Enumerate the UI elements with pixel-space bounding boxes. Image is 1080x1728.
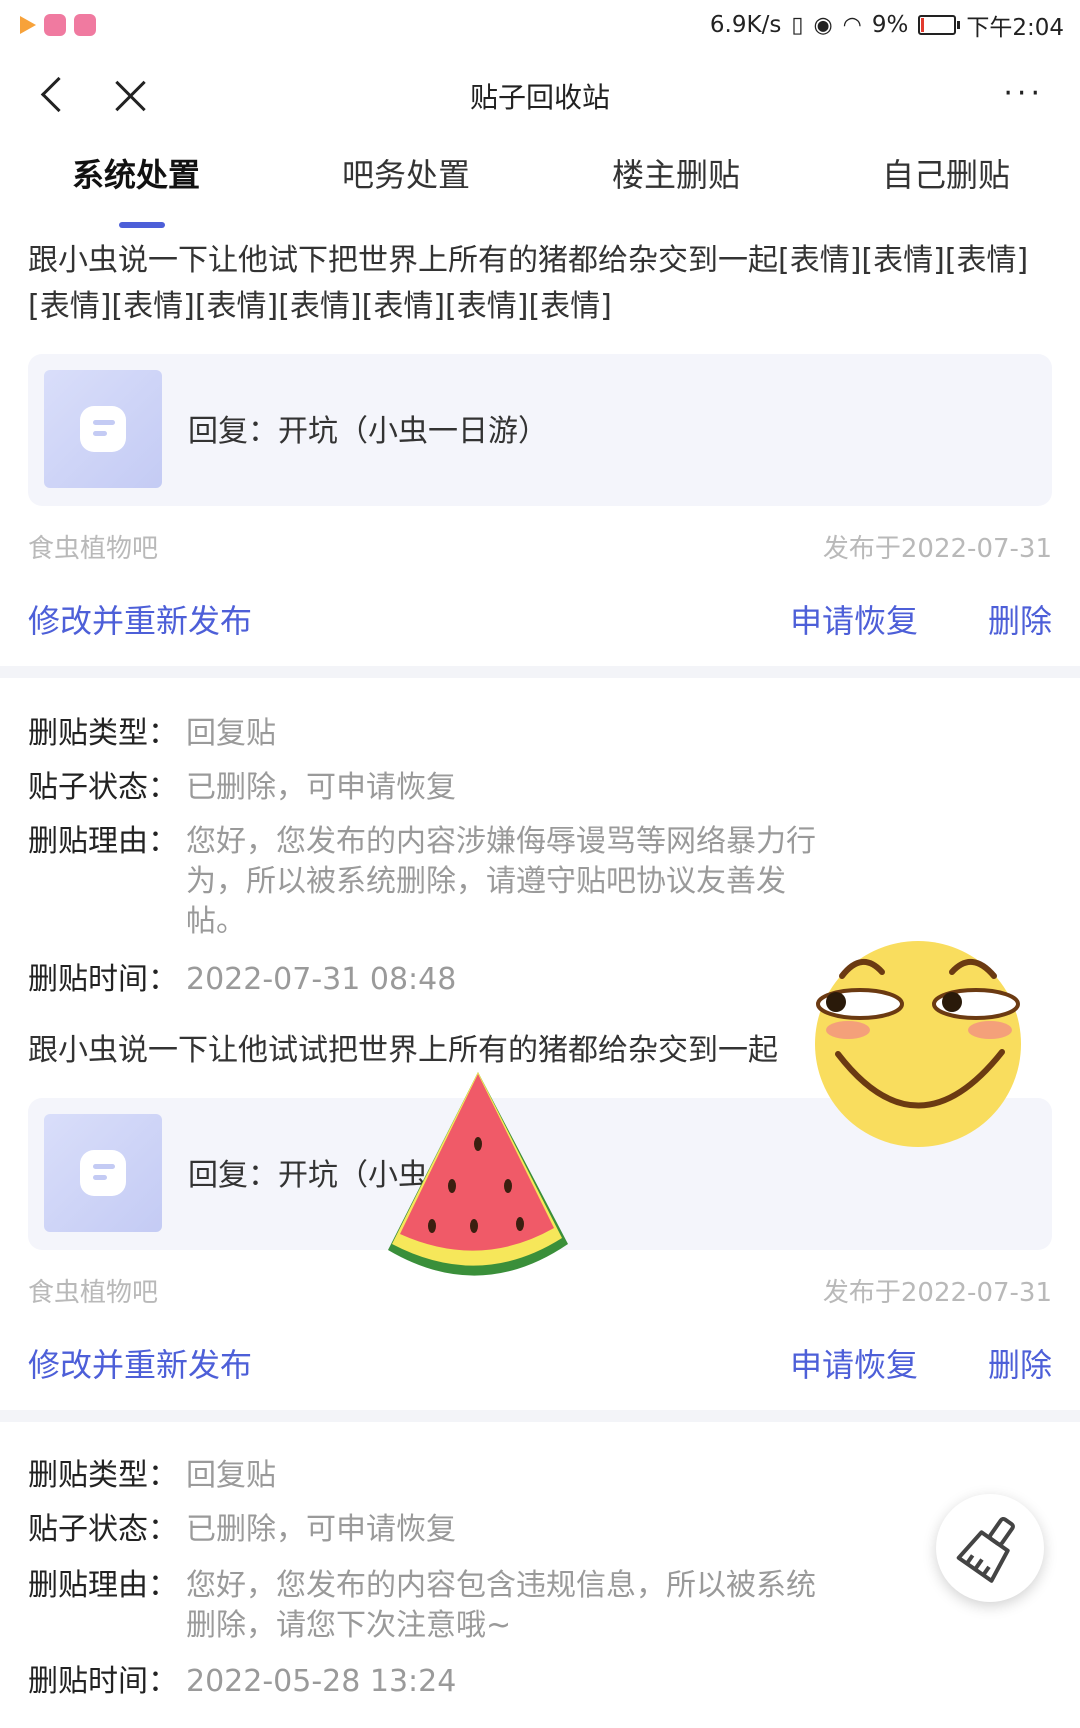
delete-reason-value: 您好，您发布的内容包含违规信息，所以被系统删除，请您下次注意哦~ [186, 1568, 816, 1643]
delete-time-label: 删贴时间： [28, 1664, 178, 1699]
delete-time-value: 2022-07-31 08:48 [186, 962, 457, 997]
forum-name[interactable]: 食虫植物吧 [28, 1272, 158, 1309]
tieba-logo-icon [80, 1150, 126, 1196]
quoted-thread-title: 回复：开坑（小虫一日游） [188, 414, 548, 449]
delete-time-label: 删贴时间： [28, 962, 178, 997]
bilibili-icon [74, 14, 96, 36]
status-right: 6.9K/s ▯ ◉ ◠ 9% 下午2:04 [710, 8, 1064, 42]
thread-thumbnail [44, 370, 162, 488]
apply-restore-button[interactable]: 申请恢复 [790, 596, 918, 642]
tab-system[interactable]: 系统处置 [16, 150, 256, 196]
tab-admin[interactable]: 吧务处置 [286, 150, 526, 196]
tab-bar: 系统处置 吧务处置 楼主删贴 自己删贴 [0, 150, 1080, 230]
edit-repost-button[interactable]: 修改并重新发布 [28, 596, 252, 642]
delete-type-value: 回复贴 [186, 716, 276, 751]
post-content[interactable]: 跟小虫说一下让他试下把世界上所有的猪都给杂交到一起[表情][表情][表情][表情… [28, 238, 1038, 330]
page-title: 贴子回收站 [469, 81, 610, 114]
post-status-value: 已删除，可申请恢复 [186, 1512, 456, 1547]
delete-type-label: 删贴类型： [28, 716, 178, 751]
delete-reason-value: 您好，您发布的内容涉嫌侮辱谩骂等网络暴力行为，所以被系统删除，请遵守贴吧协议友善… [186, 824, 816, 939]
delete-reason-label: 删贴理由： [28, 824, 178, 859]
vibrate-icon: ▯ [791, 12, 804, 38]
battery-icon [918, 15, 961, 35]
eye-icon: ◉ [813, 12, 833, 38]
status-bar: 6.9K/s ▯ ◉ ◠ 9% 下午2:04 [0, 0, 1080, 50]
post-status-label: 贴子状态： [28, 1512, 178, 1547]
clock: 下午2:04 [966, 15, 1064, 41]
tab-self[interactable]: 自己删贴 [826, 150, 1066, 196]
nav-bar: 贴子回收站 ··· [0, 50, 1080, 140]
video-app-icon [20, 16, 36, 34]
bilibili-icon [44, 14, 66, 36]
smiley-sticker [815, 941, 1021, 1147]
delete-button[interactable]: 删除 [988, 596, 1052, 642]
delete-time-value: 2022-05-28 13:24 [186, 1664, 457, 1699]
tab-indicator [119, 222, 165, 228]
tab-owner[interactable]: 楼主删贴 [556, 150, 796, 196]
apply-restore-button[interactable]: 申请恢复 [790, 1340, 918, 1386]
watermelon-sticker [388, 1072, 568, 1276]
divider [0, 666, 1080, 678]
network-speed: 6.9K/s [709, 12, 782, 38]
tieba-logo-icon [80, 406, 126, 452]
battery-percent: 9% [871, 12, 909, 38]
post-status-label: 贴子状态： [28, 770, 178, 805]
notification-icons [20, 14, 96, 36]
delete-reason-label: 删贴理由： [28, 1568, 178, 1603]
wifi-icon: ◠ [842, 12, 862, 38]
publish-date: 发布于2022-07-31 [822, 1278, 1052, 1308]
delete-button[interactable]: 删除 [988, 1340, 1052, 1386]
quoted-thread[interactable]: 回复：开坑（小虫一日游） [28, 354, 1052, 506]
broom-icon [956, 1516, 1015, 1583]
delete-type-value: 回复贴 [186, 1458, 276, 1493]
post-status-value: 已删除，可申请恢复 [186, 770, 456, 805]
divider [0, 1410, 1080, 1422]
thread-thumbnail [44, 1114, 162, 1232]
clean-button[interactable] [936, 1494, 1044, 1602]
delete-type-label: 删贴类型： [28, 1458, 178, 1493]
publish-date: 发布于2022-07-31 [822, 534, 1052, 564]
forum-name[interactable]: 食虫植物吧 [28, 528, 158, 565]
more-icon[interactable]: ··· [1003, 76, 1044, 111]
edit-repost-button[interactable]: 修改并重新发布 [28, 1340, 252, 1386]
